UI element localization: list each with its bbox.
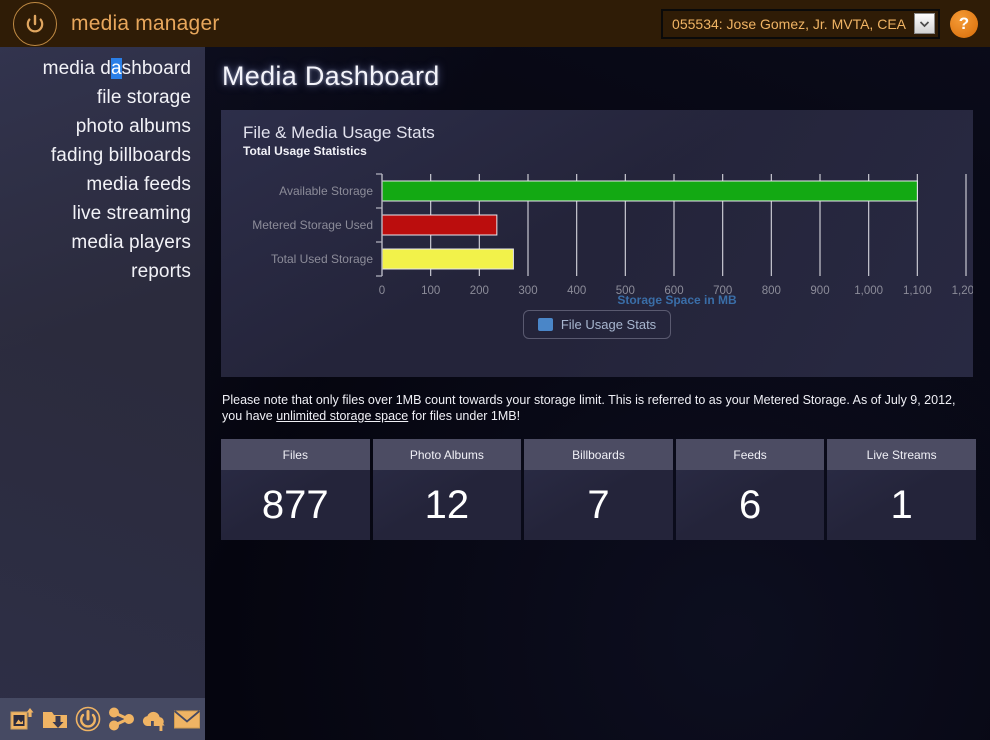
sidebar-item-reports[interactable]: reports: [131, 257, 205, 286]
account-selected-value: 055534: Jose Gomez, Jr. MVTA, CEA: [672, 16, 914, 32]
mail-icon[interactable]: [173, 705, 201, 733]
top-bar-right: 055534: Jose Gomez, Jr. MVTA, CEA ?: [661, 9, 978, 39]
stat-card-files[interactable]: Files 877: [221, 439, 370, 540]
note-text-after: for files under 1MB!: [408, 409, 520, 423]
stat-card-label: Feeds: [733, 448, 766, 462]
sidebar-item-label: file storage: [97, 87, 191, 108]
category-label: Available Storage: [279, 184, 373, 198]
sidebar-item-label: fading billboards: [51, 145, 191, 166]
sidebar-item-fading-billboards[interactable]: fading billboards: [51, 141, 205, 170]
x-tick-label: 0: [379, 285, 385, 297]
x-tick-label: 1,200: [952, 285, 973, 297]
text-selection-highlight: a: [111, 58, 122, 79]
stat-card-value: 6: [676, 470, 825, 540]
stat-card-value: 877: [221, 470, 370, 540]
stat-card-label: Photo Albums: [410, 448, 484, 462]
sidebar-item-photo-albums[interactable]: photo albums: [76, 112, 205, 141]
stat-card-header: Photo Albums: [373, 439, 522, 470]
storage-note: Please note that only files over 1MB cou…: [222, 392, 967, 424]
chart-legend: File Usage Stats: [221, 310, 973, 339]
sidebar: media dashboard file storage photo album…: [0, 47, 205, 740]
app-root: media manager 055534: Jose Gomez, Jr. MV…: [0, 0, 990, 740]
sidebar-nav: media dashboard file storage photo album…: [0, 47, 205, 286]
x-tick-label: 200: [470, 285, 489, 297]
sidebar-item-label: reports: [131, 261, 191, 282]
stat-card-billboards[interactable]: Billboards 7: [524, 439, 673, 540]
legend-item-file-usage-stats[interactable]: File Usage Stats: [523, 310, 671, 339]
stat-card-photo-albums[interactable]: Photo Albums 12: [373, 439, 522, 540]
bar-total-used-storage[interactable]: [382, 249, 513, 269]
stat-card-value: 12: [373, 470, 522, 540]
bottom-toolbar: [0, 698, 205, 740]
page-title: Media Dashboard: [222, 61, 990, 92]
chevron-down-glyph: [919, 20, 930, 28]
chart-category-labels: Available Storage Metered Storage Used Tot…: [252, 184, 373, 266]
stat-card-label: Files: [283, 448, 308, 462]
stat-card-header: Files: [221, 439, 370, 470]
account-select[interactable]: 055534: Jose Gomez, Jr. MVTA, CEA: [661, 9, 940, 39]
brand-logo[interactable]: [13, 2, 57, 46]
folder-download-icon[interactable]: [41, 705, 69, 733]
sidebar-item-media-feeds[interactable]: media feeds: [86, 170, 205, 199]
unlimited-storage-link[interactable]: unlimited storage space: [276, 409, 408, 423]
sidebar-item-live-streaming[interactable]: live streaming: [72, 199, 205, 228]
chart-title: File & Media Usage Stats: [243, 123, 973, 143]
stat-card-label: Billboards: [572, 448, 625, 462]
chart-bars: [376, 174, 917, 276]
stat-card-live-streams[interactable]: Live Streams 1: [827, 439, 976, 540]
stat-card-value: 7: [524, 470, 673, 540]
sidebar-item-file-storage[interactable]: file storage: [97, 83, 205, 112]
x-tick-label: 300: [518, 285, 537, 297]
x-tick-label: 800: [762, 285, 781, 297]
stat-card-header: Feeds: [676, 439, 825, 470]
power-icon: [22, 11, 48, 37]
sidebar-item-media-dashboard[interactable]: media dashboard: [43, 54, 205, 83]
usage-bar-chart: Available Storage Metered Storage Used Tot…: [221, 168, 973, 308]
main-content: Media Dashboard File & Media Usage Stats…: [205, 47, 990, 740]
x-tick-label: 100: [421, 285, 440, 297]
share-icon[interactable]: [107, 705, 135, 733]
cloud-sync-icon[interactable]: [140, 705, 168, 733]
upload-image-icon[interactable]: [8, 705, 36, 733]
sidebar-item-label: media dashboard: [43, 58, 191, 79]
bar-available-storage[interactable]: [382, 181, 917, 201]
stat-card-header: Live Streams: [827, 439, 976, 470]
stat-card-label: Live Streams: [867, 448, 937, 462]
usage-stats-panel: File & Media Usage Stats Total Usage Sta…: [221, 110, 973, 377]
sidebar-item-label: live streaming: [72, 203, 191, 224]
bar-metered-storage-used[interactable]: [382, 215, 497, 235]
x-tick-label: 1,100: [903, 285, 932, 297]
stat-cards: Files877Photo Albums12Billboards7Feeds6L…: [221, 439, 976, 540]
top-bar: media manager 055534: Jose Gomez, Jr. MV…: [0, 0, 990, 47]
legend-label: File Usage Stats: [561, 317, 656, 332]
help-button[interactable]: ?: [950, 10, 978, 38]
sidebar-item-label: media players: [71, 232, 191, 253]
sidebar-item-label: photo albums: [76, 116, 191, 137]
legend-swatch: [538, 318, 553, 331]
chart-x-axis-title: Storage Space in MB: [617, 293, 737, 307]
brand-title: media manager: [71, 12, 220, 36]
chevron-down-icon[interactable]: [914, 13, 935, 34]
power-icon[interactable]: [74, 705, 102, 733]
category-label: Total Used Storage: [271, 252, 373, 266]
sidebar-item-label: media feeds: [86, 174, 191, 195]
category-label: Metered Storage Used: [252, 218, 373, 232]
x-tick-label: 1,000: [854, 285, 883, 297]
chart-subtitle: Total Usage Statistics: [243, 144, 973, 158]
x-tick-label: 400: [567, 285, 586, 297]
x-tick-label: 900: [810, 285, 829, 297]
stat-card-header: Billboards: [524, 439, 673, 470]
sidebar-item-media-players[interactable]: media players: [71, 228, 205, 257]
stat-card-value: 1: [827, 470, 976, 540]
stat-card-feeds[interactable]: Feeds 6: [676, 439, 825, 540]
